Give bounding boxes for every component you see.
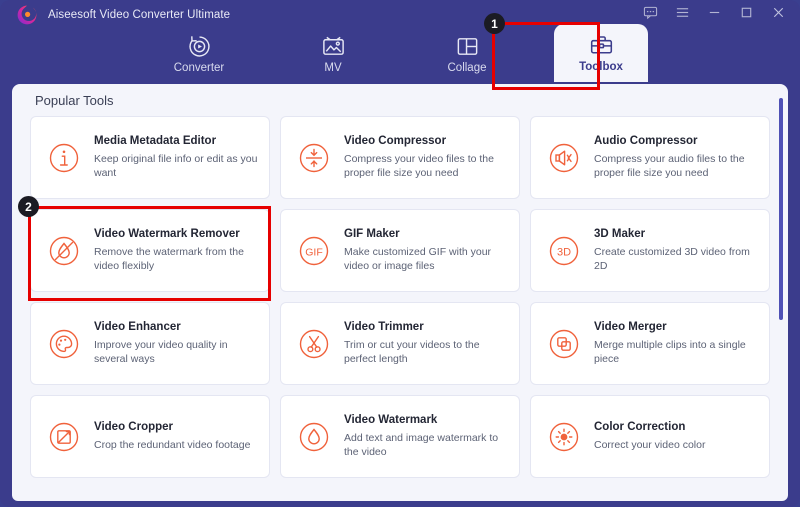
- tool-desc: Crop the redundant video footage: [94, 439, 251, 452]
- feedback-icon[interactable]: [642, 4, 658, 20]
- tool-title: 3D Maker: [594, 228, 646, 241]
- compress-icon: [295, 139, 333, 177]
- aiseesoft-logo-icon: [16, 4, 38, 26]
- toolbox-panel: Popular Tools Media Metadata Editor Keep…: [12, 84, 788, 501]
- tool-card-video-watermark-remover[interactable]: Video Watermark Remover Remove the water…: [30, 209, 270, 292]
- toolbox-icon: [589, 33, 614, 57]
- tool-desc: Keep original file info or edit as you w…: [94, 152, 258, 180]
- tool-card-color-correction[interactable]: Color Correction Correct your video colo…: [530, 395, 770, 478]
- mv-icon: [321, 34, 346, 58]
- 3d-icon: 3D: [545, 232, 583, 270]
- tool-title: Video Trimmer: [344, 321, 424, 334]
- svg-text:GIF: GIF: [305, 246, 323, 258]
- palette-icon: [45, 325, 83, 363]
- tool-desc: Compress your audio files to the proper …: [594, 152, 745, 180]
- tool-desc: Compress your video files to the proper …: [344, 152, 494, 180]
- gif-icon: GIF: [295, 232, 333, 270]
- tool-title: Audio Compressor: [594, 135, 698, 148]
- tool-card-media-metadata-editor[interactable]: Media Metadata Editor Keep original file…: [30, 116, 270, 199]
- tool-card-gif-maker[interactable]: GIF GIF Maker Make customized GIF with y…: [280, 209, 520, 292]
- tool-title: Video Merger: [594, 321, 667, 334]
- tab-toolbox-label: Toolbox: [579, 61, 623, 73]
- tool-card-3d-maker[interactable]: 3D 3D Maker Create customized 3D video f…: [530, 209, 770, 292]
- droplet-icon: [295, 418, 333, 456]
- svg-text:3D: 3D: [557, 246, 571, 258]
- tool-card-video-compressor[interactable]: Video Compressor Compress your video fil…: [280, 116, 520, 199]
- tool-title: Media Metadata Editor: [94, 135, 217, 148]
- maximize-icon[interactable]: [738, 4, 754, 20]
- app-title: Aiseesoft Video Converter Ultimate: [48, 9, 231, 21]
- tool-desc: Create customized 3D video from 2D: [594, 245, 750, 273]
- tool-card-video-enhancer[interactable]: Video Enhancer Improve your video qualit…: [30, 302, 270, 385]
- close-icon[interactable]: [770, 4, 786, 20]
- tool-card-video-watermark[interactable]: Video Watermark Add text and image water…: [280, 395, 520, 478]
- tab-mv-label: MV: [324, 62, 342, 74]
- window-controls: [642, 4, 786, 20]
- tool-title: Color Correction: [594, 421, 686, 434]
- tab-toolbox[interactable]: Toolbox: [554, 24, 648, 82]
- scissors-icon: [295, 325, 333, 363]
- tool-card-video-merger[interactable]: Video Merger Merge multiple clips into a…: [530, 302, 770, 385]
- main-nav: Converter MV Collage Toolbox: [0, 24, 800, 82]
- crop-icon: [45, 418, 83, 456]
- minimize-icon[interactable]: [706, 4, 722, 20]
- page-title: Popular Tools: [35, 93, 114, 108]
- annotation-badge-1: 1: [484, 13, 505, 34]
- speaker-icon: [545, 139, 583, 177]
- tool-title: Video Compressor: [344, 135, 447, 148]
- tool-card-video-cropper[interactable]: Video Cropper Crop the redundant video f…: [30, 395, 270, 478]
- tool-desc: Make customized GIF with your video or i…: [344, 245, 492, 273]
- tool-desc: Add text and image watermark to the vide…: [344, 431, 499, 459]
- tool-title: GIF Maker: [344, 228, 400, 241]
- tools-grid: Media Metadata Editor Keep original file…: [30, 116, 770, 478]
- menu-icon[interactable]: [674, 4, 690, 20]
- info-icon: [45, 139, 83, 177]
- tool-desc: Improve your video quality in several wa…: [94, 338, 228, 366]
- tab-mv[interactable]: MV: [286, 26, 380, 82]
- tool-desc: Correct your video color: [594, 439, 706, 452]
- tool-desc: Remove the watermark from the video flex…: [94, 245, 244, 273]
- tool-card-audio-compressor[interactable]: Audio Compressor Compress your audio fil…: [530, 116, 770, 199]
- tool-title: Video Watermark Remover: [94, 228, 240, 241]
- annotation-badge-2: 2: [18, 196, 39, 217]
- watermark-remove-icon: [45, 232, 83, 270]
- tool-desc: Trim or cut your videos to the perfect l…: [344, 338, 480, 366]
- tool-title: Video Enhancer: [94, 321, 181, 334]
- brightness-icon: [545, 418, 583, 456]
- merge-icon: [545, 325, 583, 363]
- tab-converter-label: Converter: [173, 62, 225, 74]
- converter-icon: [187, 34, 212, 58]
- scrollbar-track[interactable]: [778, 90, 784, 495]
- tool-card-video-trimmer[interactable]: Video Trimmer Trim or cut your videos to…: [280, 302, 520, 385]
- tab-converter[interactable]: Converter: [152, 26, 246, 82]
- tool-desc: Merge multiple clips into a single piece: [594, 338, 746, 366]
- tool-title: Video Watermark: [344, 414, 438, 427]
- tab-collage-label: Collage: [447, 62, 487, 74]
- tool-title: Video Cropper: [94, 421, 174, 434]
- app-window: Aiseesoft Video Converter Ultimate Conve…: [0, 0, 800, 507]
- scrollbar-thumb[interactable]: [779, 98, 783, 320]
- collage-icon: [455, 34, 480, 58]
- tab-collage[interactable]: Collage: [420, 26, 514, 82]
